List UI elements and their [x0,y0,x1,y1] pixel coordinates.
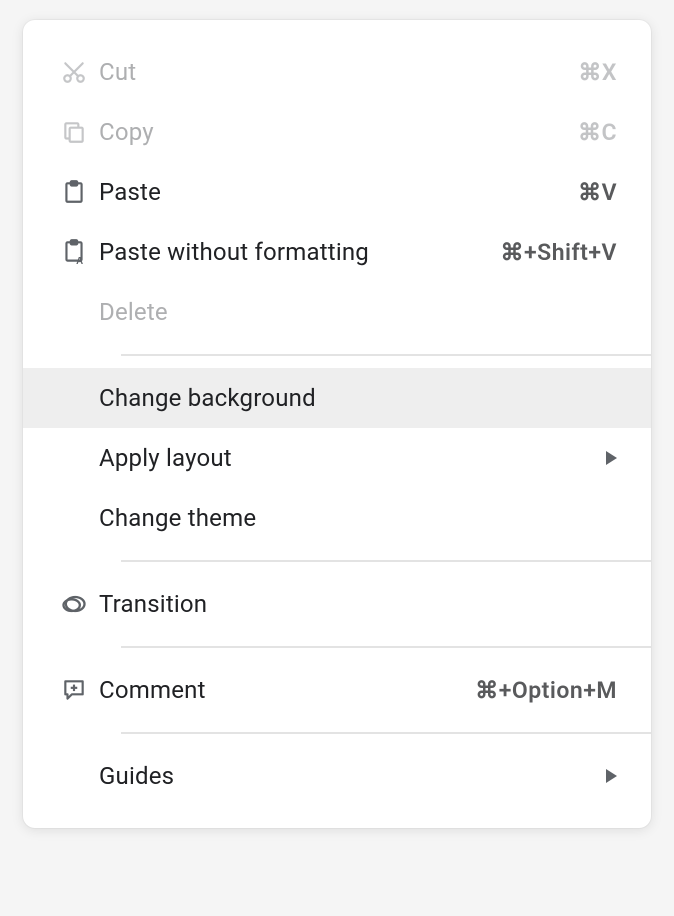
comment-icon [49,677,99,703]
menu-item-label: Transition [99,590,617,618]
menu-item-label: Paste [99,178,578,206]
menu-item-change-theme[interactable]: Change theme [23,488,651,548]
menu-item-label: Comment [99,676,475,704]
menu-item-shortcut: ⌘+Option+M [475,677,617,704]
menu-separator [121,646,651,648]
menu-item-label: Cut [99,58,578,86]
svg-text:A: A [76,256,83,266]
paste-plain-icon: A [49,238,99,266]
menu-item-label: Change background [99,384,617,412]
menu-item-shortcut: ⌘V [578,179,617,206]
paste-icon [49,179,99,205]
copy-icon [49,119,99,145]
menu-item-delete: Delete [23,282,651,342]
menu-item-transition[interactable]: Transition [23,574,651,634]
submenu-arrow-icon [606,451,617,465]
transition-icon [49,590,99,618]
menu-item-cut: Cut ⌘X [23,42,651,102]
menu-item-paste-without-formatting[interactable]: A Paste without formatting ⌘+Shift+V [23,222,651,282]
context-menu: Cut ⌘X Copy ⌘C Paste ⌘V A Paste without … [23,20,651,828]
menu-item-paste[interactable]: Paste ⌘V [23,162,651,222]
submenu-arrow-icon [606,769,617,783]
menu-item-label: Delete [99,298,617,326]
menu-item-shortcut: ⌘C [578,119,617,146]
menu-item-change-background[interactable]: Change background [23,368,651,428]
menu-item-copy: Copy ⌘C [23,102,651,162]
menu-item-shortcut: ⌘+Shift+V [501,239,617,266]
menu-separator [121,732,651,734]
cut-icon [49,59,99,85]
menu-separator [121,354,651,356]
menu-item-label: Copy [99,118,578,146]
menu-item-label: Paste without formatting [99,238,501,266]
menu-item-apply-layout[interactable]: Apply layout [23,428,651,488]
menu-separator [121,560,651,562]
menu-item-label: Apply layout [99,444,606,472]
menu-item-guides[interactable]: Guides [23,746,651,806]
menu-item-label: Guides [99,762,606,790]
menu-item-shortcut: ⌘X [578,59,617,86]
menu-item-label: Change theme [99,504,617,532]
menu-item-comment[interactable]: Comment ⌘+Option+M [23,660,651,720]
